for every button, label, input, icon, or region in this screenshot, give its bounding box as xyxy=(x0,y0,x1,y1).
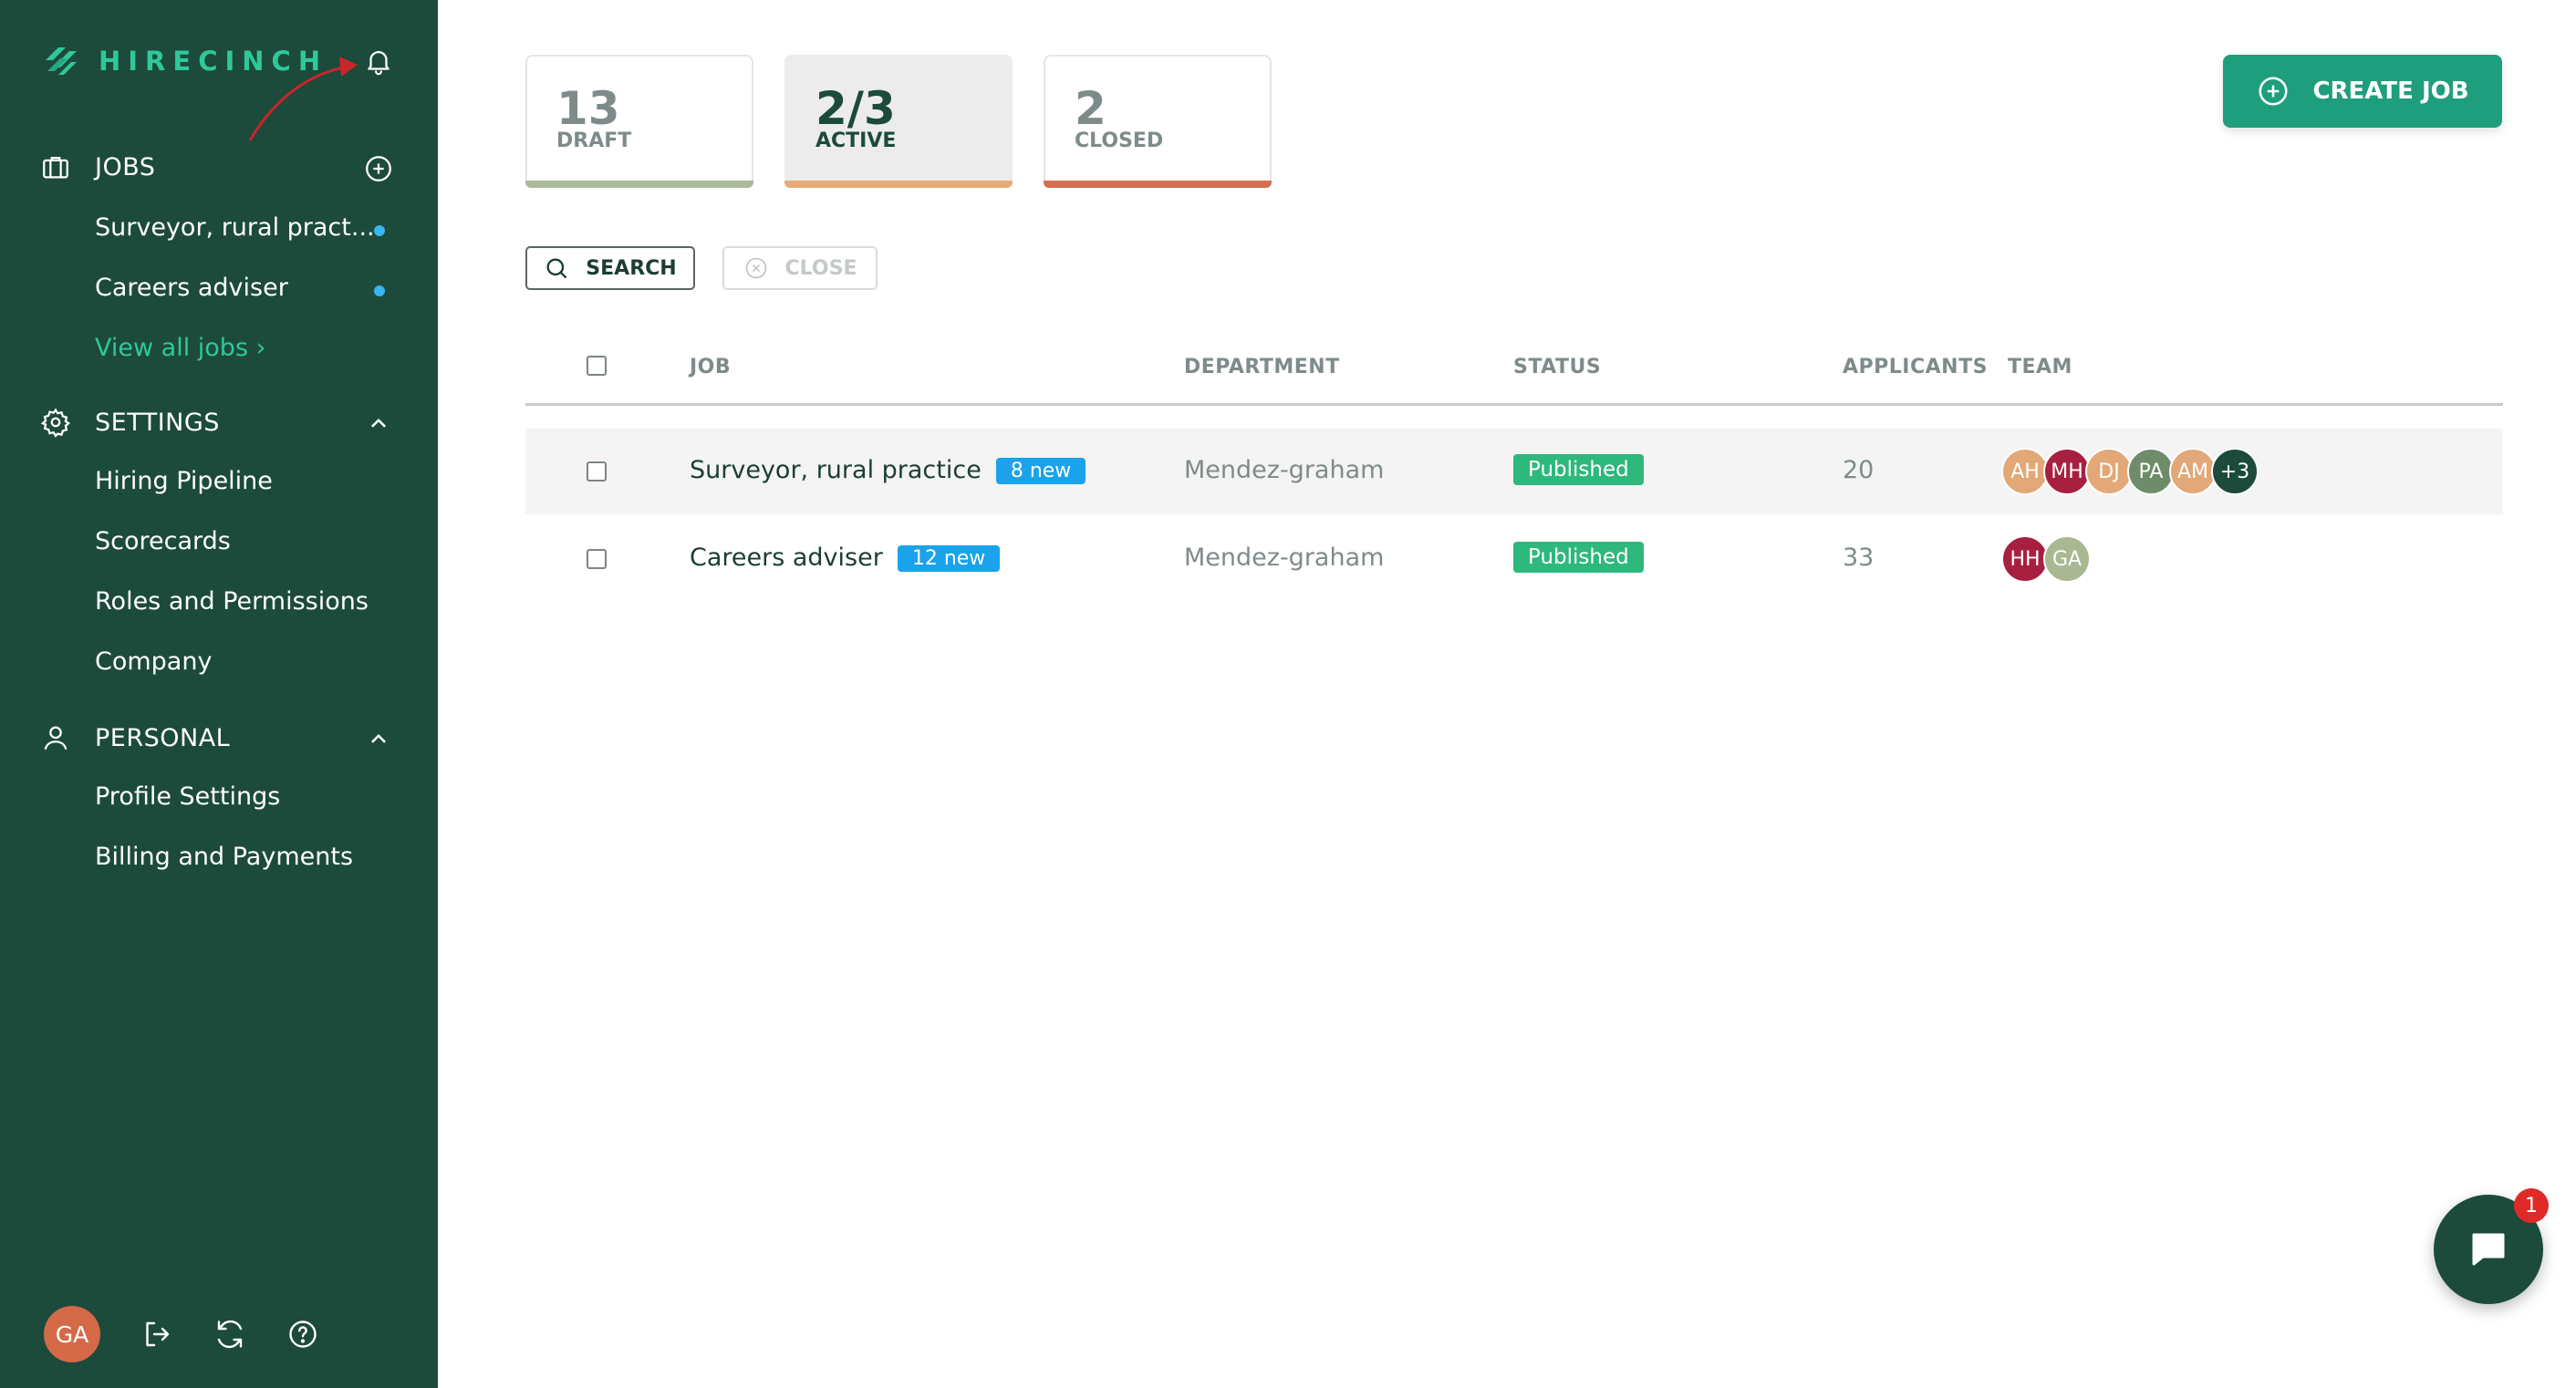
chevron-up-icon[interactable] xyxy=(363,724,394,755)
department-cell: Mendez-graham xyxy=(1184,544,1385,572)
new-applicants-badge: 12 new xyxy=(897,545,1001,572)
chevron-up-icon[interactable] xyxy=(363,409,394,440)
team-member-avatar[interactable]: AH xyxy=(2001,448,2049,495)
sidebar-item-profile-settings[interactable]: Profile Settings xyxy=(95,782,280,811)
sidebar-job-careers-adviser[interactable]: Careers adviser xyxy=(95,274,288,302)
column-applicants[interactable]: APPLICANTS xyxy=(1843,356,1988,378)
nav-settings-header[interactable]: SETTINGS xyxy=(40,407,220,438)
add-job-icon[interactable] xyxy=(363,153,394,184)
stat-active-count: 2/3 xyxy=(815,82,896,135)
status-badge: Published xyxy=(1513,542,1644,573)
user-icon xyxy=(40,722,71,753)
chat-unread-badge: 1 xyxy=(2514,1188,2549,1223)
status-badge: Published xyxy=(1513,454,1644,485)
hirecinch-logo-icon xyxy=(46,47,77,75)
job-title[interactable]: Surveyor, rural practice xyxy=(690,456,982,484)
table-header: JOB DEPARTMENT STATUS APPLICANTS TEAM xyxy=(525,347,2503,406)
create-job-label: CREATE JOB xyxy=(2312,78,2469,105)
column-team: TEAM xyxy=(2008,356,2072,378)
nav-jobs-header[interactable]: JOBS xyxy=(40,151,155,182)
job-title-cell[interactable]: Careers adviser 12 new xyxy=(690,544,1001,572)
stat-closed-label: CLOSED xyxy=(1075,129,1164,152)
new-applicants-badge: 8 new xyxy=(995,458,1086,484)
nav-settings-label: SETTINGS xyxy=(95,408,220,437)
search-label: SEARCH xyxy=(586,256,677,280)
close-circle-icon xyxy=(745,257,766,279)
briefcase-icon xyxy=(40,151,71,182)
sidebar-item-company[interactable]: Company xyxy=(95,647,212,676)
user-avatar[interactable]: GA xyxy=(44,1306,100,1362)
sidebar-job-surveyor[interactable]: Surveyor, rural pract... xyxy=(95,213,375,242)
team-member-avatar[interactable]: HH xyxy=(2001,535,2049,583)
stat-active-label: ACTIVE xyxy=(815,129,897,152)
unread-dot xyxy=(374,225,385,236)
stat-card-draft[interactable]: 13 DRAFT xyxy=(525,55,753,188)
gear-icon xyxy=(40,407,71,438)
stat-draft-bar xyxy=(525,181,753,188)
applicants-count: 33 xyxy=(1843,544,1875,572)
team-more-count[interactable]: +3 xyxy=(2211,448,2259,495)
unread-dot xyxy=(374,285,385,296)
notifications-bell-icon[interactable] xyxy=(363,46,394,77)
table-row[interactable]: Careers adviser 12 new Mendez-graham Publ… xyxy=(525,516,2503,602)
search-icon xyxy=(546,258,567,279)
team-avatars[interactable]: AH MH DJ PA AM +3 xyxy=(2001,448,2259,495)
sidebar-item-hiring-pipeline[interactable]: Hiring Pipeline xyxy=(95,467,273,495)
help-icon[interactable] xyxy=(286,1318,319,1351)
sidebar-item-roles-permissions[interactable]: Roles and Permissions xyxy=(95,587,369,616)
nav-jobs-label: JOBS xyxy=(95,152,156,181)
table-row[interactable]: Surveyor, rural practice 8 new Mendez-gra… xyxy=(525,429,2503,514)
sidebar-footer: GA xyxy=(44,1306,319,1362)
team-avatars[interactable]: HH GA xyxy=(2001,535,2091,583)
column-status[interactable]: STATUS xyxy=(1513,356,1601,378)
department-cell: Mendez-graham xyxy=(1184,456,1385,484)
close-button[interactable]: CLOSE xyxy=(722,246,878,290)
nav-personal-label: PERSONAL xyxy=(95,723,231,752)
team-member-avatar[interactable]: PA xyxy=(2127,448,2175,495)
team-member-avatar[interactable]: AM xyxy=(2169,448,2217,495)
create-job-button[interactable]: CREATE JOB xyxy=(2223,55,2502,128)
applicants-count: 20 xyxy=(1843,456,1875,484)
sidebar: HIRECINCH JOBS Surveyor, rural pract... … xyxy=(0,0,438,1388)
logout-icon[interactable] xyxy=(140,1318,173,1351)
chat-bubble-icon xyxy=(2472,1233,2505,1266)
team-member-avatar[interactable]: GA xyxy=(2043,535,2091,583)
refresh-icon[interactable] xyxy=(213,1318,246,1351)
annotation-arrow xyxy=(248,57,358,141)
column-job[interactable]: JOB xyxy=(690,356,731,378)
close-label: CLOSE xyxy=(784,256,857,280)
search-button[interactable]: SEARCH xyxy=(525,246,695,290)
stat-card-closed[interactable]: 2 CLOSED xyxy=(1044,55,1272,188)
stat-active-bar xyxy=(784,181,1013,188)
sidebar-item-billing-payments[interactable]: Billing and Payments xyxy=(95,843,353,871)
sidebar-item-scorecards[interactable]: Scorecards xyxy=(95,527,231,555)
stat-draft-count: 13 xyxy=(556,82,620,135)
job-title-cell[interactable]: Surveyor, rural practice 8 new xyxy=(690,456,1086,484)
select-all-checkbox[interactable] xyxy=(587,356,607,376)
stat-closed-count: 2 xyxy=(1075,82,1106,135)
team-member-avatar[interactable]: MH xyxy=(2043,448,2091,495)
column-department[interactable]: DEPARTMENT xyxy=(1184,356,1340,378)
job-title[interactable]: Careers adviser xyxy=(690,544,883,572)
stat-card-active[interactable]: 2/3 ACTIVE xyxy=(784,55,1013,188)
view-all-jobs-link[interactable]: View all jobs › xyxy=(95,334,265,362)
nav-personal-header[interactable]: PERSONAL xyxy=(40,722,230,753)
team-member-avatar[interactable]: DJ xyxy=(2085,448,2133,495)
row-checkbox[interactable] xyxy=(587,461,607,482)
row-checkbox[interactable] xyxy=(587,549,607,569)
plus-circle-icon xyxy=(2259,77,2288,106)
stat-draft-label: DRAFT xyxy=(556,129,632,152)
stat-closed-bar xyxy=(1044,181,1272,188)
